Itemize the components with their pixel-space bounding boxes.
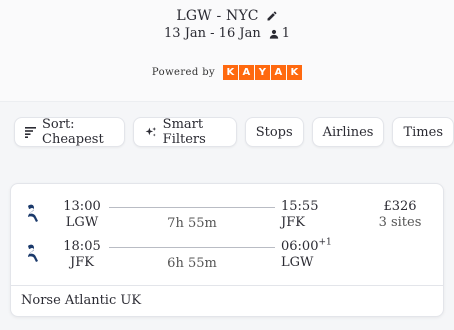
arrival-time-value: 06:00 bbox=[281, 239, 319, 254]
outbound-arrival: 15:55 JFK bbox=[281, 199, 341, 231]
sort-icon bbox=[25, 126, 37, 138]
airline-name: Norse Atlantic UK bbox=[11, 285, 443, 316]
powered-by: Powered by K A Y A K bbox=[0, 65, 454, 80]
airlines-button[interactable]: Airlines bbox=[311, 117, 385, 147]
pencil-icon[interactable] bbox=[266, 10, 278, 22]
smart-filters-button[interactable]: Smart Filters bbox=[132, 117, 237, 147]
search-summary-header: LGW - NYC 13 Jan - 16 Jan 1 Powered by K… bbox=[0, 0, 454, 102]
flight-path-line bbox=[109, 247, 275, 248]
kayak-letter: K bbox=[223, 65, 239, 80]
flight-path-line bbox=[109, 207, 275, 208]
site-count: 3 sites bbox=[378, 215, 422, 230]
times-label: Times bbox=[403, 124, 443, 140]
arrival-airport: JFK bbox=[281, 215, 305, 230]
route-text: LGW - NYC bbox=[176, 8, 259, 24]
arrival-time: 15:55 bbox=[281, 199, 319, 214]
departure-time: 18:05 bbox=[63, 239, 101, 254]
norse-atlantic-logo-icon bbox=[25, 203, 41, 227]
departure-airport: LGW bbox=[65, 215, 99, 230]
sort-button[interactable]: Sort: Cheapest bbox=[14, 117, 125, 147]
day-offset: +1 bbox=[318, 237, 332, 248]
sort-label: Sort: Cheapest bbox=[42, 117, 104, 147]
inbound-leg: 18:05 JFK 6h 55m 06:00+1 LGW bbox=[11, 237, 443, 281]
price: £326 bbox=[383, 199, 417, 214]
departure-time: 13:00 bbox=[63, 199, 101, 214]
flight-duration: 6h 55m bbox=[167, 256, 217, 271]
airlines-label: Airlines bbox=[322, 124, 374, 140]
price-block: £326 3 sites bbox=[371, 199, 429, 231]
outbound-departure: 13:00 LGW bbox=[61, 199, 103, 231]
arrival-airport: LGW bbox=[281, 255, 314, 270]
norse-atlantic-logo-icon bbox=[25, 243, 41, 267]
kayak-letter: A bbox=[271, 65, 287, 80]
stops-button[interactable]: Stops bbox=[244, 117, 304, 147]
sparkle-icon bbox=[144, 126, 158, 139]
departure-airport: JFK bbox=[70, 255, 94, 270]
passenger-count: 1 bbox=[281, 26, 290, 41]
kayak-letter: K bbox=[287, 65, 303, 80]
route-row[interactable]: LGW - NYC bbox=[0, 8, 454, 24]
inbound-arrival: 06:00+1 LGW bbox=[281, 237, 341, 271]
kayak-letter: A bbox=[239, 65, 255, 80]
stops-label: Stops bbox=[255, 124, 293, 140]
outbound-leg: 13:00 LGW 7h 55m 15:55 JFK £326 3 sites bbox=[11, 199, 443, 241]
person-icon bbox=[269, 29, 279, 39]
dates-row: 13 Jan - 16 Jan 1 bbox=[0, 26, 454, 41]
arrival-time: 06:00+1 bbox=[281, 237, 341, 255]
filter-bar: Sort: Cheapest Smart Filters Stops Airli… bbox=[14, 117, 454, 147]
smart-filters-label: Smart Filters bbox=[162, 117, 206, 147]
times-button[interactable]: Times bbox=[392, 117, 454, 147]
powered-by-label: Powered by bbox=[151, 67, 216, 78]
flight-duration: 7h 55m bbox=[167, 216, 217, 231]
kayak-logo: K A Y A K bbox=[223, 65, 303, 80]
date-range: 13 Jan - 16 Jan bbox=[164, 26, 261, 41]
inbound-departure: 18:05 JFK bbox=[61, 239, 103, 271]
kayak-letter: Y bbox=[255, 65, 271, 80]
flight-result-card[interactable]: 13:00 LGW 7h 55m 15:55 JFK £326 3 sites … bbox=[10, 183, 444, 317]
